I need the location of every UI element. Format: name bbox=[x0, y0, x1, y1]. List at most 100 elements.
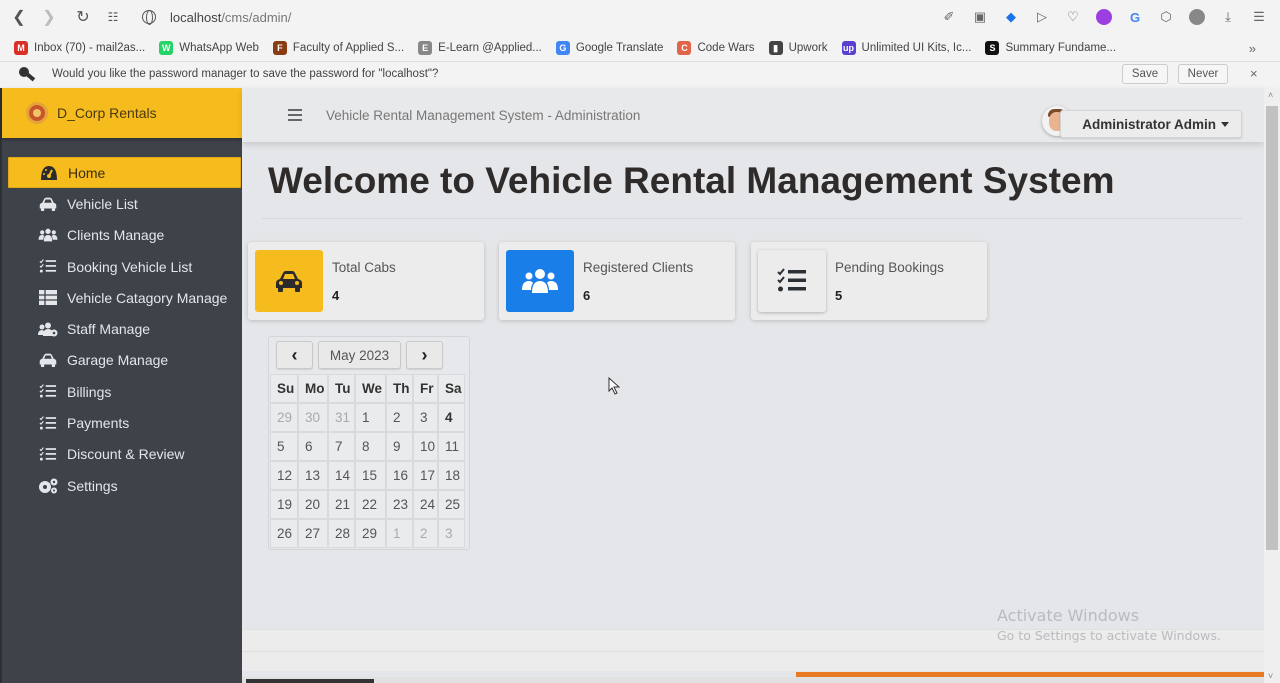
bookmark-item[interactable]: M Inbox (70) - mail2as... bbox=[14, 40, 145, 55]
calendar-day[interactable]: 5 bbox=[270, 432, 298, 461]
calendar-day[interactable]: 20 bbox=[298, 490, 328, 519]
bookmark-item[interactable]: F Faculty of Applied S... bbox=[272, 40, 404, 55]
dashboard-icon bbox=[39, 165, 59, 181]
calendar-day[interactable]: 16 bbox=[386, 461, 413, 490]
sidebar-item-label: Staff Manage bbox=[67, 321, 151, 338]
calendar-day[interactable]: 21 bbox=[328, 490, 355, 519]
calendar-day[interactable]: 18 bbox=[438, 461, 465, 490]
calendar-day-today[interactable]: 4 bbox=[438, 403, 465, 432]
address-bar[interactable]: localhost/cms/admin/ bbox=[142, 10, 291, 25]
brand-logo-icon bbox=[26, 102, 48, 124]
calendar-day[interactable]: 26 bbox=[270, 519, 298, 548]
sidebar-item-vehicle-list[interactable]: Vehicle List bbox=[8, 188, 241, 219]
more-bookmarks-button[interactable]: » bbox=[1249, 41, 1256, 56]
bookmark-item[interactable]: W WhatsApp Web bbox=[159, 40, 259, 55]
bookmark-item[interactable]: C Code Wars bbox=[677, 40, 755, 55]
sidebar-item-staff-manage[interactable]: Staff Manage bbox=[8, 313, 241, 344]
bookmark-label: Summary Fundame... bbox=[1005, 41, 1117, 54]
cube-icon[interactable]: ⬡ bbox=[1155, 6, 1177, 28]
calendar-day[interactable]: 13 bbox=[298, 461, 328, 490]
shield-icon[interactable]: ◆ bbox=[1000, 6, 1022, 28]
sidebar-item-clients-manage[interactable]: Clients Manage bbox=[8, 220, 241, 251]
sidebar-item-billings[interactable]: Billings bbox=[8, 376, 241, 407]
calendar-day[interactable]: 11 bbox=[438, 432, 465, 461]
bookmark-item[interactable]: E E-Learn @Applied... bbox=[418, 40, 542, 55]
horizontal-scrollbar[interactable] bbox=[242, 677, 1264, 683]
never-save-button[interactable]: Never bbox=[1178, 64, 1228, 84]
hamburger-menu-icon[interactable] bbox=[288, 109, 302, 121]
next-month-button[interactable]: › bbox=[406, 341, 443, 369]
forward-button[interactable]: ❯ bbox=[38, 6, 60, 28]
month-label[interactable]: May 2023 bbox=[318, 341, 401, 369]
whatsapp-icon: W bbox=[159, 40, 174, 55]
bookmark-label: Unlimited UI Kits, Ic... bbox=[861, 41, 972, 54]
camera-icon[interactable]: ▣ bbox=[969, 6, 991, 28]
sidebar-item-discount-review[interactable]: Discount & Review bbox=[8, 439, 241, 470]
vertical-scrollbar[interactable]: ˄ ˅ bbox=[1264, 88, 1280, 683]
calendar-day[interactable]: 2 bbox=[413, 519, 438, 548]
calendar-day[interactable]: 27 bbox=[298, 519, 328, 548]
bookmark-item[interactable]: S Summary Fundame... bbox=[985, 40, 1117, 55]
bookmark-item[interactable]: ▮ Upwork bbox=[768, 40, 828, 55]
calendar-day[interactable]: 12 bbox=[270, 461, 298, 490]
calendar-day[interactable]: 1 bbox=[386, 519, 413, 548]
scroll-down-icon[interactable]: ˅ bbox=[1268, 671, 1273, 681]
sidebar-item-payments[interactable]: Payments bbox=[8, 407, 241, 438]
calendar-day[interactable]: 29 bbox=[355, 519, 386, 548]
calendar-day[interactable]: 17 bbox=[413, 461, 438, 490]
share-icon[interactable]: ✐ bbox=[938, 6, 960, 28]
calendar-day[interactable]: 8 bbox=[355, 432, 386, 461]
calendar-day[interactable]: 19 bbox=[270, 490, 298, 519]
sidebar-item-vehicle-catagory-manage[interactable]: Vehicle Catagory Manage bbox=[8, 282, 241, 313]
send-icon[interactable]: ▷ bbox=[1031, 6, 1053, 28]
back-button[interactable]: ❮ bbox=[8, 6, 30, 28]
translate-extension-icon[interactable]: G bbox=[1124, 6, 1146, 28]
close-prompt-button[interactable]: × bbox=[1250, 66, 1258, 81]
calendar-day[interactable]: 3 bbox=[438, 519, 465, 548]
weekday-header: Th bbox=[386, 374, 413, 403]
save-password-button[interactable]: Save bbox=[1122, 64, 1168, 84]
calendar-day[interactable]: 31 bbox=[328, 403, 355, 432]
calendar-day[interactable]: 24 bbox=[413, 490, 438, 519]
reload-button[interactable]: ↻ bbox=[72, 6, 94, 28]
card-value: 6 bbox=[583, 288, 591, 303]
calendar-day[interactable]: 23 bbox=[386, 490, 413, 519]
menu-icon[interactable]: ☰ bbox=[1248, 6, 1270, 28]
sidebar-item-settings[interactable]: Settings bbox=[8, 470, 241, 501]
scrollbar-thumb[interactable] bbox=[1266, 106, 1278, 550]
bookmark-label: WhatsApp Web bbox=[179, 41, 259, 54]
calendar-day[interactable]: 7 bbox=[328, 432, 355, 461]
sidebar-item-home[interactable]: Home bbox=[8, 157, 241, 189]
calendar-day[interactable]: 6 bbox=[298, 432, 328, 461]
calendar-day[interactable]: 22 bbox=[355, 490, 386, 519]
calendar-day[interactable]: 2 bbox=[386, 403, 413, 432]
profile-icon[interactable] bbox=[1186, 6, 1208, 28]
download-icon[interactable]: ⤓ bbox=[1217, 6, 1239, 28]
prev-month-button[interactable]: ‹ bbox=[276, 341, 313, 369]
summary-icon: S bbox=[985, 40, 1000, 55]
weekday-header: Tu bbox=[328, 374, 355, 403]
windows-activation-watermark: Activate Windows Go to Settings to activ… bbox=[997, 606, 1221, 643]
sidebar-item-garage-manage[interactable]: Garage Manage bbox=[8, 345, 241, 376]
calendar-day[interactable]: 1 bbox=[355, 403, 386, 432]
tabs-grid-button[interactable]: ☷ bbox=[102, 6, 124, 28]
calendar-day[interactable]: 14 bbox=[328, 461, 355, 490]
bookmark-item[interactable]: up Unlimited UI Kits, Ic... bbox=[841, 40, 972, 55]
user-dropdown-button[interactable]: Administrator Admin bbox=[1060, 110, 1242, 138]
bookmark-item[interactable]: G Google Translate bbox=[555, 40, 663, 55]
extension-purple-icon[interactable] bbox=[1093, 6, 1115, 28]
calendar-day[interactable]: 28 bbox=[328, 519, 355, 548]
sidebar-item-booking-vehicle-list[interactable]: Booking Vehicle List bbox=[8, 251, 241, 282]
scroll-up-icon[interactable]: ˄ bbox=[1268, 90, 1273, 100]
calendar-day[interactable]: 29 bbox=[270, 403, 298, 432]
calendar-day[interactable]: 25 bbox=[438, 490, 465, 519]
brand[interactable]: D_Corp Rentals bbox=[2, 88, 242, 138]
calendar-day[interactable]: 9 bbox=[386, 432, 413, 461]
users-icon bbox=[38, 227, 58, 243]
calendar-day[interactable]: 3 bbox=[413, 403, 438, 432]
heart-icon[interactable]: ♡ bbox=[1062, 6, 1084, 28]
calendar-day[interactable]: 30 bbox=[298, 403, 328, 432]
top-navbar: Vehicle Rental Management System - Admin… bbox=[242, 88, 1264, 142]
calendar-day[interactable]: 15 bbox=[355, 461, 386, 490]
calendar-day[interactable]: 10 bbox=[413, 432, 438, 461]
